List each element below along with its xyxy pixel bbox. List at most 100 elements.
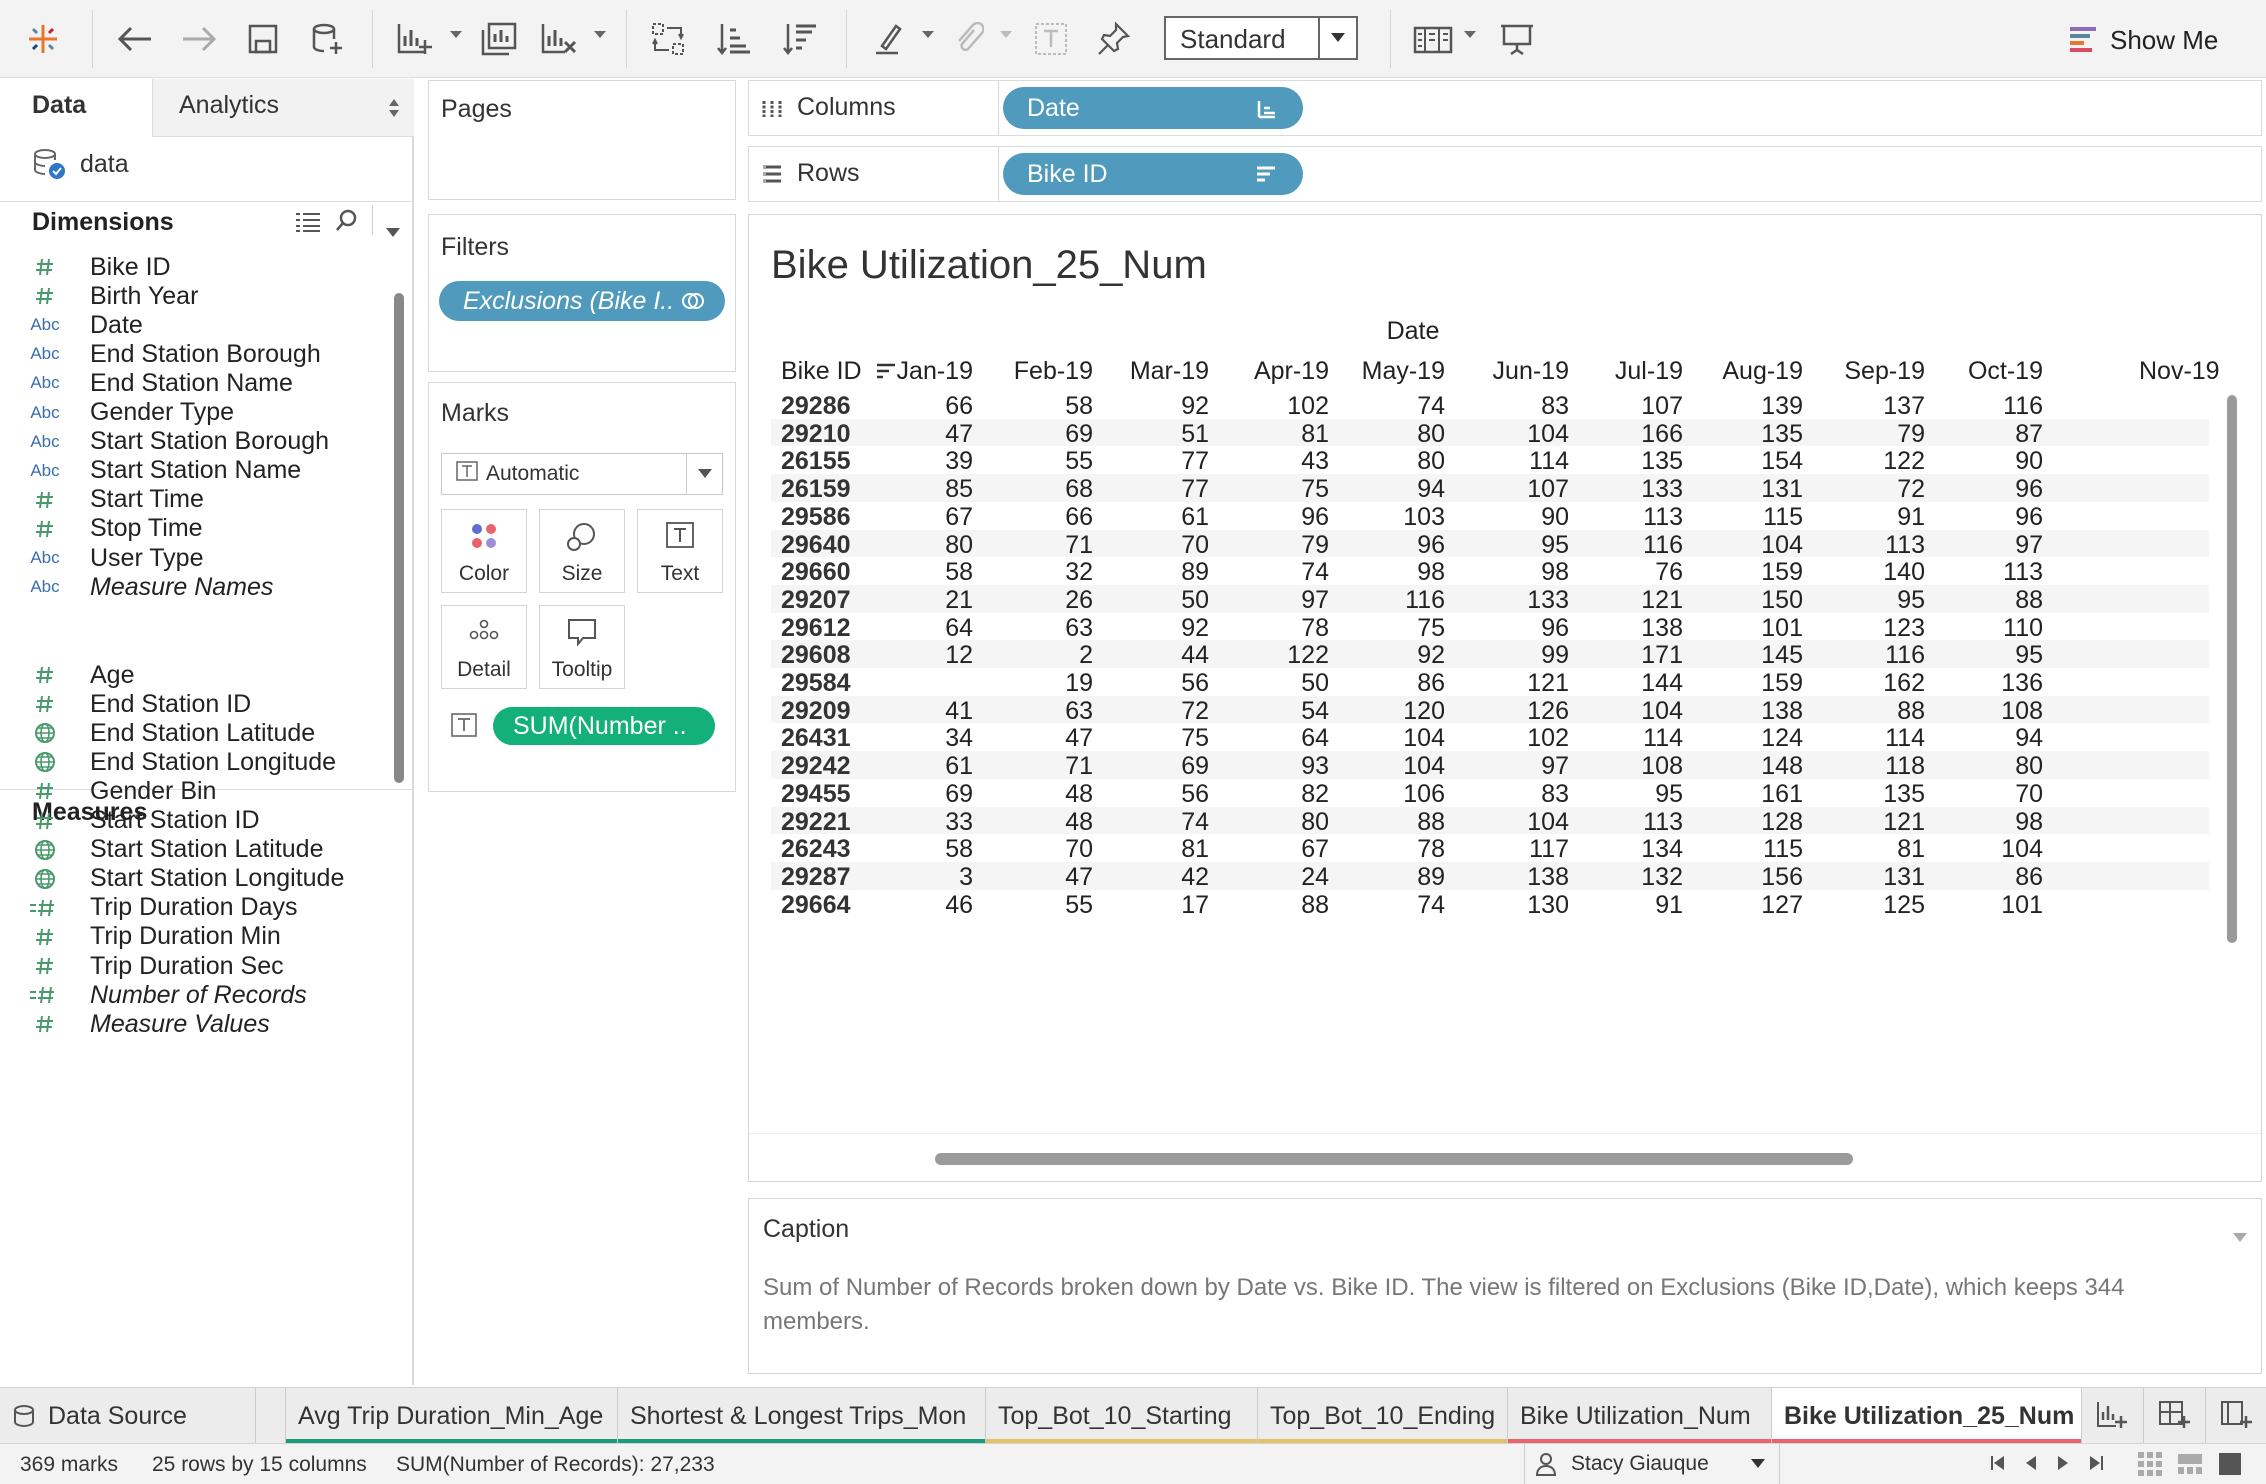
marks-text-button[interactable]: Text: [637, 509, 723, 593]
undo-icon[interactable]: [112, 16, 158, 62]
vertical-scrollbar[interactable]: [2227, 395, 2237, 943]
month-header[interactable]: Mar-19: [1089, 357, 1209, 386]
table-row[interactable]: 29286 66 58 92 102 74 83 107 139 137 116: [771, 391, 2209, 420]
table-row[interactable]: 26155 39 55 77 43 80 114 135 154 122 90: [771, 446, 2209, 476]
field-measure-names[interactable]: Abc Measure Names: [0, 567, 273, 607]
month-header[interactable]: Jul-19: [1563, 357, 1683, 386]
table-row[interactable]: 26159 85 68 77 75 94 107 133 131 72 96: [771, 474, 2209, 503]
fix-axes-pin-icon[interactable]: [1090, 16, 1136, 62]
new-dashboard-tab-button[interactable]: [2144, 1388, 2206, 1444]
grid-view-icon[interactable]: [2138, 1452, 2162, 1476]
month-header[interactable]: May-19: [1325, 357, 1445, 386]
month-header[interactable]: Aug-19: [1683, 357, 1803, 386]
tab-bike-utilization[interactable]: Bike Utilization_Num: [1508, 1388, 1772, 1444]
table-row[interactable]: 29207 21 26 50 97 116 133 121 150 95 88: [771, 584, 2209, 614]
table-row[interactable]: 29455 69 48 56 82 106 83 95 161 135 70: [771, 779, 2209, 808]
duplicate-sheet-icon[interactable]: [476, 16, 522, 62]
table-row[interactable]: 29287 3 47 42 24 89 138 132 156 131 86: [771, 861, 2209, 891]
table-row[interactable]: 29612 64 63 92 78 75 96 138 101 123 110: [771, 613, 2209, 642]
clear-sheet-icon[interactable]: [536, 16, 582, 62]
table-row[interactable]: 26243 58 70 81 67 78 117 134 115 81 104: [771, 834, 2209, 864]
new-datasource-icon[interactable]: [304, 16, 350, 62]
tab-top-bot-starting[interactable]: Top_Bot_10_Starting: [986, 1388, 1258, 1444]
tab-shortest-longest[interactable]: Shortest & Longest Trips_Mon: [618, 1388, 986, 1444]
month-header[interactable]: Sep-19: [1805, 357, 1925, 386]
month-header[interactable]: Feb-19: [973, 357, 1093, 386]
sort-descending-icon[interactable]: [776, 16, 822, 62]
value-cell: 90: [2015, 447, 2043, 476]
user-menu[interactable]: Stacy Giauque: [1524, 1444, 1780, 1484]
tab-data-source[interactable]: Data Source: [0, 1388, 256, 1444]
status-rows-columns: 25 rows by 15 columns: [152, 1453, 367, 1476]
filter-pill-exclusions[interactable]: Exclusions (Bike I..: [439, 281, 725, 321]
columns-shelf[interactable]: Columns Date: [748, 80, 2262, 136]
save-icon[interactable]: [240, 16, 286, 62]
new-story-tab-button[interactable]: [2206, 1388, 2266, 1444]
tableau-logo-icon[interactable]: [20, 16, 66, 62]
filters-card[interactable]: Filters Exclusions (Bike I..: [428, 214, 736, 372]
month-header[interactable]: Oct-19: [1923, 357, 2043, 386]
tab-analytics[interactable]: Analytics: [152, 79, 414, 137]
show-me-button[interactable]: Show Me: [2070, 18, 2218, 62]
previous-sheet-icon[interactable]: [2024, 1454, 2038, 1472]
table-row[interactable]: 29209 41 63 72 54 120 126 104 138 88 108: [771, 695, 2209, 725]
field-measure-values[interactable]: Measure Values: [0, 1004, 270, 1044]
show-cards-icon[interactable]: [1410, 16, 1456, 62]
datasource-item[interactable]: data: [32, 148, 129, 180]
month-header[interactable]: Apr-19: [1209, 357, 1329, 386]
table-row[interactable]: 29221 33 48 74 80 88 104 113 128 121 98: [771, 806, 2209, 836]
table-row[interactable]: 29660 58 32 89 74 98 98 76 159 140 113: [771, 557, 2209, 586]
show-mark-labels-icon[interactable]: [1028, 16, 1074, 62]
tab-data[interactable]: Data: [0, 79, 152, 137]
marks-color-button[interactable]: Color: [441, 509, 527, 593]
search-icon[interactable]: [336, 209, 358, 238]
horizontal-scrollbar[interactable]: [935, 1153, 1853, 1165]
group-members-icon[interactable]: [946, 16, 992, 62]
table-row[interactable]: 26431 34 47 75 64 104 102 114 124 114 94: [771, 723, 2209, 752]
tab-bike-utilization-25[interactable]: Bike Utilization_25_Num: [1772, 1388, 2082, 1444]
table-row[interactable]: 29608 12 2 44 122 92 99 171 145 116 95: [771, 640, 2209, 669]
tabs-view-icon[interactable]: [2218, 1452, 2242, 1476]
mark-type-select[interactable]: Automatic: [441, 453, 723, 495]
redo-icon[interactable]: [176, 16, 222, 62]
new-worksheet-icon[interactable]: [392, 16, 438, 62]
next-sheet-icon[interactable]: [2056, 1454, 2070, 1472]
fit-select[interactable]: Standard: [1164, 16, 1358, 60]
value-cell: 134: [1641, 835, 1683, 864]
rows-pill-bike-id[interactable]: Bike ID: [1003, 153, 1303, 195]
table-row[interactable]: 29584 19 56 50 86 121 144 159 162 136: [771, 668, 2209, 697]
sort-ascending-icon[interactable]: [710, 16, 756, 62]
month-header[interactable]: Jun-19: [1449, 357, 1569, 386]
highlight-icon[interactable]: [866, 16, 912, 62]
marks-detail-button[interactable]: Detail: [441, 605, 527, 689]
presentation-mode-icon[interactable]: [1494, 16, 1540, 62]
pages-card[interactable]: Pages: [428, 80, 736, 200]
marks-text-label: Text: [660, 562, 700, 585]
table-row[interactable]: 29586 67 66 61 96 103 90 113 115 91 96: [771, 502, 2209, 531]
month-header[interactable]: Jan-19: [853, 357, 973, 386]
tab-avg-trip-duration[interactable]: Avg Trip Duration_Min_Age: [286, 1388, 618, 1444]
measure-pill-sum-records[interactable]: SUM(Number ..: [493, 707, 715, 745]
table-row[interactable]: 29664 46 55 17 88 74 130 91 127 125 101: [771, 890, 2209, 919]
last-sheet-icon[interactable]: [2088, 1454, 2104, 1472]
table-row[interactable]: 29210 47 69 51 81 80 104 166 135 79 87: [771, 418, 2209, 448]
dimensions-menu-caret-icon[interactable]: [386, 216, 400, 245]
first-sheet-icon[interactable]: [1990, 1454, 2006, 1472]
filmstrip-view-icon[interactable]: [2178, 1452, 2202, 1476]
caption-collapse-icon[interactable]: [2233, 1221, 2247, 1250]
marks-tooltip-button[interactable]: Tooltip: [539, 605, 625, 689]
columns-pill-date[interactable]: Date: [1003, 87, 1303, 129]
swap-rows-columns-icon[interactable]: [646, 16, 692, 62]
tab-top-bot-ending[interactable]: Top_Bot_10_Ending: [1258, 1388, 1508, 1444]
month-header[interactable]: Nov-19: [2139, 357, 2219, 386]
value-cell: 166: [1641, 419, 1683, 448]
view-list-icon[interactable]: [296, 210, 320, 239]
user-name: Stacy Giauque: [1571, 1452, 1709, 1475]
table-row[interactable]: 29242 61 71 69 93 104 97 108 148 118 80: [771, 751, 2209, 780]
table-row[interactable]: 29640 80 71 70 79 96 95 116 104 113 97: [771, 529, 2209, 559]
marks-size-button[interactable]: Size: [539, 509, 625, 593]
value-cell: 89: [1417, 862, 1445, 891]
dimensions-scrollbar[interactable]: [394, 293, 404, 783]
new-worksheet-tab-button[interactable]: [2082, 1388, 2144, 1444]
rows-shelf[interactable]: Rows Bike ID: [748, 146, 2262, 202]
